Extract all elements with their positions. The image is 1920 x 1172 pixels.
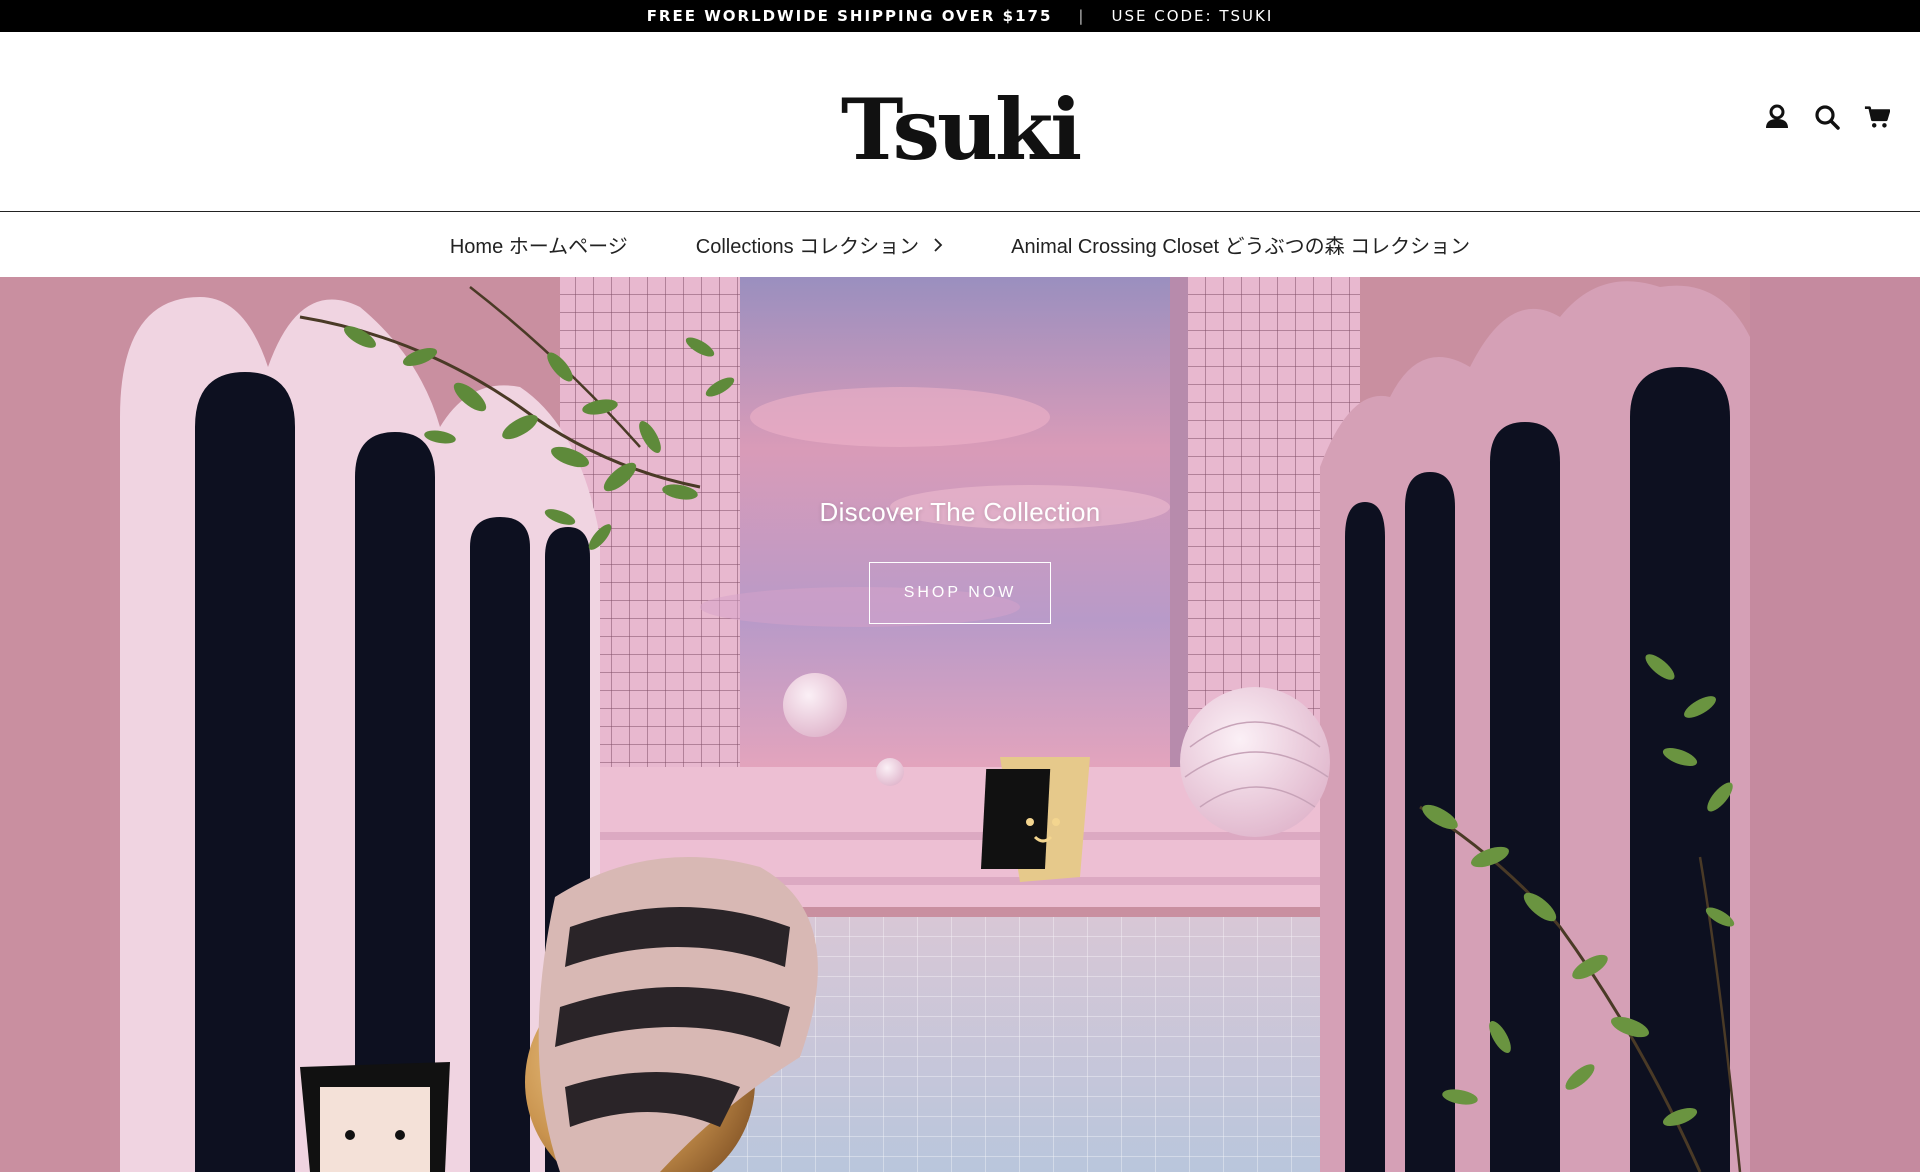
search-icon[interactable] xyxy=(1814,104,1840,130)
site-header: Tsuki xyxy=(0,32,1920,212)
site-logo[interactable]: Tsuki xyxy=(0,88,1920,172)
hero-content: Discover The Collection SHOP NOW xyxy=(0,497,1920,624)
hero-title: Discover The Collection xyxy=(819,497,1101,527)
account-icon[interactable] xyxy=(1764,104,1790,130)
nav-item-label: Animal Crossing Closet どうぶつの森 コレクション xyxy=(1011,236,1471,258)
cart-icon[interactable] xyxy=(1864,104,1890,130)
nav-item-home[interactable]: Home ホームページ xyxy=(416,230,662,259)
nav-item-label: Home ホームページ xyxy=(449,236,628,258)
main-nav: Home ホームページ Collections コレクション Animal Cr… xyxy=(0,212,1920,277)
announcement-separator: | xyxy=(1078,7,1086,25)
shop-now-button[interactable]: SHOP NOW xyxy=(869,562,1051,624)
announcement-bar: FREE WORLDWIDE SHIPPING OVER $175 | USE … xyxy=(0,0,1920,32)
nav-item-collections[interactable]: Collections コレクション xyxy=(662,230,977,259)
chevron-right-icon xyxy=(933,237,943,253)
nav-item-animal-crossing[interactable]: Animal Crossing Closet どうぶつの森 コレクション xyxy=(977,230,1504,259)
nav-item-label: Collections コレクション xyxy=(695,236,920,258)
hero-scene-image xyxy=(0,277,1920,1172)
hero-banner: Discover The Collection SHOP NOW xyxy=(0,277,1920,1172)
promo-code-announcement: USE CODE: TSUKI xyxy=(1111,7,1274,25)
shipping-announcement: FREE WORLDWIDE SHIPPING OVER $175 xyxy=(646,7,1053,25)
header-icons xyxy=(1764,104,1890,130)
